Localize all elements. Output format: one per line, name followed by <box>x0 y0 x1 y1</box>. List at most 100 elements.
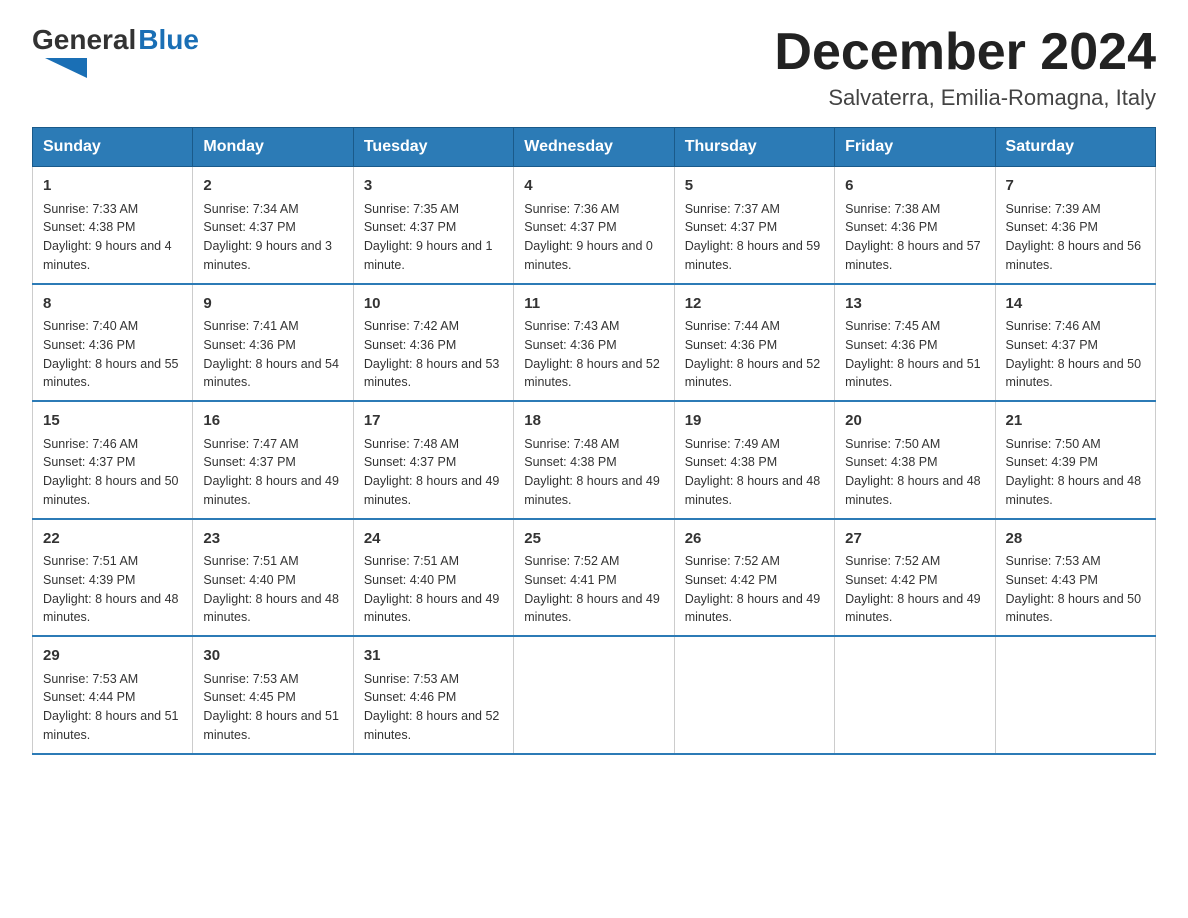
calendar-cell: 7Sunrise: 7:39 AMSunset: 4:36 PMDaylight… <box>995 167 1155 284</box>
day-number: 24 <box>364 528 503 551</box>
calendar-cell: 27Sunrise: 7:52 AMSunset: 4:42 PMDayligh… <box>835 519 995 637</box>
logo-triangle-icon <box>45 58 87 78</box>
day-detail: Sunrise: 7:33 AMSunset: 4:38 PMDaylight:… <box>43 200 182 275</box>
day-detail: Sunrise: 7:52 AMSunset: 4:41 PMDaylight:… <box>524 552 663 627</box>
calendar-cell: 31Sunrise: 7:53 AMSunset: 4:46 PMDayligh… <box>353 636 513 754</box>
calendar-title: December 2024 <box>774 24 1156 81</box>
day-detail: Sunrise: 7:46 AMSunset: 4:37 PMDaylight:… <box>43 435 182 510</box>
calendar-cell: 11Sunrise: 7:43 AMSunset: 4:36 PMDayligh… <box>514 284 674 402</box>
calendar-cell: 30Sunrise: 7:53 AMSunset: 4:45 PMDayligh… <box>193 636 353 754</box>
day-detail: Sunrise: 7:52 AMSunset: 4:42 PMDaylight:… <box>685 552 824 627</box>
calendar-subtitle: Salvaterra, Emilia-Romagna, Italy <box>774 85 1156 111</box>
calendar-cell: 25Sunrise: 7:52 AMSunset: 4:41 PMDayligh… <box>514 519 674 637</box>
day-number: 5 <box>685 175 824 198</box>
calendar-cell: 10Sunrise: 7:42 AMSunset: 4:36 PMDayligh… <box>353 284 513 402</box>
calendar-cell: 18Sunrise: 7:48 AMSunset: 4:38 PMDayligh… <box>514 401 674 519</box>
calendar-cell: 9Sunrise: 7:41 AMSunset: 4:36 PMDaylight… <box>193 284 353 402</box>
calendar-cell <box>514 636 674 754</box>
week-row-4: 22Sunrise: 7:51 AMSunset: 4:39 PMDayligh… <box>33 519 1156 637</box>
day-number: 31 <box>364 645 503 668</box>
week-row-5: 29Sunrise: 7:53 AMSunset: 4:44 PMDayligh… <box>33 636 1156 754</box>
calendar-title-block: December 2024 Salvaterra, Emilia-Romagna… <box>774 24 1156 111</box>
logo: GeneralBlue <box>32 24 199 78</box>
day-number: 16 <box>203 410 342 433</box>
day-detail: Sunrise: 7:53 AMSunset: 4:45 PMDaylight:… <box>203 670 342 745</box>
logo-general: General <box>32 24 136 55</box>
day-number: 9 <box>203 293 342 316</box>
day-number: 20 <box>845 410 984 433</box>
calendar-cell: 16Sunrise: 7:47 AMSunset: 4:37 PMDayligh… <box>193 401 353 519</box>
day-number: 30 <box>203 645 342 668</box>
page-header: GeneralBlue December 2024 Salvaterra, Em… <box>32 24 1156 111</box>
calendar-cell: 22Sunrise: 7:51 AMSunset: 4:39 PMDayligh… <box>33 519 193 637</box>
day-number: 17 <box>364 410 503 433</box>
calendar-cell: 6Sunrise: 7:38 AMSunset: 4:36 PMDaylight… <box>835 167 995 284</box>
day-detail: Sunrise: 7:53 AMSunset: 4:46 PMDaylight:… <box>364 670 503 745</box>
calendar-cell: 21Sunrise: 7:50 AMSunset: 4:39 PMDayligh… <box>995 401 1155 519</box>
day-detail: Sunrise: 7:46 AMSunset: 4:37 PMDaylight:… <box>1006 317 1145 392</box>
calendar-cell <box>674 636 834 754</box>
header-tuesday: Tuesday <box>353 128 513 167</box>
day-number: 29 <box>43 645 182 668</box>
day-detail: Sunrise: 7:39 AMSunset: 4:36 PMDaylight:… <box>1006 200 1145 275</box>
calendar-cell <box>995 636 1155 754</box>
calendar-cell: 26Sunrise: 7:52 AMSunset: 4:42 PMDayligh… <box>674 519 834 637</box>
day-detail: Sunrise: 7:49 AMSunset: 4:38 PMDaylight:… <box>685 435 824 510</box>
calendar-cell: 19Sunrise: 7:49 AMSunset: 4:38 PMDayligh… <box>674 401 834 519</box>
day-number: 22 <box>43 528 182 551</box>
calendar-cell: 5Sunrise: 7:37 AMSunset: 4:37 PMDaylight… <box>674 167 834 284</box>
day-number: 4 <box>524 175 663 198</box>
calendar-cell: 23Sunrise: 7:51 AMSunset: 4:40 PMDayligh… <box>193 519 353 637</box>
calendar-body: 1Sunrise: 7:33 AMSunset: 4:38 PMDaylight… <box>33 167 1156 754</box>
day-number: 21 <box>1006 410 1145 433</box>
logo-text: GeneralBlue <box>32 24 199 78</box>
day-detail: Sunrise: 7:45 AMSunset: 4:36 PMDaylight:… <box>845 317 984 392</box>
day-number: 28 <box>1006 528 1145 551</box>
day-detail: Sunrise: 7:50 AMSunset: 4:39 PMDaylight:… <box>1006 435 1145 510</box>
calendar-cell: 4Sunrise: 7:36 AMSunset: 4:37 PMDaylight… <box>514 167 674 284</box>
header-friday: Friday <box>835 128 995 167</box>
day-detail: Sunrise: 7:47 AMSunset: 4:37 PMDaylight:… <box>203 435 342 510</box>
day-number: 3 <box>364 175 503 198</box>
day-detail: Sunrise: 7:53 AMSunset: 4:43 PMDaylight:… <box>1006 552 1145 627</box>
day-number: 15 <box>43 410 182 433</box>
calendar-cell: 8Sunrise: 7:40 AMSunset: 4:36 PMDaylight… <box>33 284 193 402</box>
day-detail: Sunrise: 7:48 AMSunset: 4:38 PMDaylight:… <box>524 435 663 510</box>
week-row-1: 1Sunrise: 7:33 AMSunset: 4:38 PMDaylight… <box>33 167 1156 284</box>
day-detail: Sunrise: 7:44 AMSunset: 4:36 PMDaylight:… <box>685 317 824 392</box>
header-monday: Monday <box>193 128 353 167</box>
day-number: 6 <box>845 175 984 198</box>
calendar-cell: 24Sunrise: 7:51 AMSunset: 4:40 PMDayligh… <box>353 519 513 637</box>
day-number: 23 <box>203 528 342 551</box>
day-number: 11 <box>524 293 663 316</box>
day-detail: Sunrise: 7:43 AMSunset: 4:36 PMDaylight:… <box>524 317 663 392</box>
calendar-cell: 14Sunrise: 7:46 AMSunset: 4:37 PMDayligh… <box>995 284 1155 402</box>
day-detail: Sunrise: 7:34 AMSunset: 4:37 PMDaylight:… <box>203 200 342 275</box>
day-detail: Sunrise: 7:48 AMSunset: 4:37 PMDaylight:… <box>364 435 503 510</box>
calendar-cell: 2Sunrise: 7:34 AMSunset: 4:37 PMDaylight… <box>193 167 353 284</box>
calendar-cell: 15Sunrise: 7:46 AMSunset: 4:37 PMDayligh… <box>33 401 193 519</box>
calendar-header: SundayMondayTuesdayWednesdayThursdayFrid… <box>33 128 1156 167</box>
logo-blue: Blue <box>138 24 199 55</box>
day-detail: Sunrise: 7:53 AMSunset: 4:44 PMDaylight:… <box>43 670 182 745</box>
day-number: 7 <box>1006 175 1145 198</box>
day-detail: Sunrise: 7:51 AMSunset: 4:40 PMDaylight:… <box>364 552 503 627</box>
day-number: 10 <box>364 293 503 316</box>
day-number: 14 <box>1006 293 1145 316</box>
header-thursday: Thursday <box>674 128 834 167</box>
day-number: 2 <box>203 175 342 198</box>
header-saturday: Saturday <box>995 128 1155 167</box>
calendar-cell <box>835 636 995 754</box>
header-row: SundayMondayTuesdayWednesdayThursdayFrid… <box>33 128 1156 167</box>
calendar-cell: 29Sunrise: 7:53 AMSunset: 4:44 PMDayligh… <box>33 636 193 754</box>
header-wednesday: Wednesday <box>514 128 674 167</box>
day-detail: Sunrise: 7:38 AMSunset: 4:36 PMDaylight:… <box>845 200 984 275</box>
calendar-cell: 3Sunrise: 7:35 AMSunset: 4:37 PMDaylight… <box>353 167 513 284</box>
day-number: 19 <box>685 410 824 433</box>
calendar-cell: 17Sunrise: 7:48 AMSunset: 4:37 PMDayligh… <box>353 401 513 519</box>
calendar-cell: 1Sunrise: 7:33 AMSunset: 4:38 PMDaylight… <box>33 167 193 284</box>
day-detail: Sunrise: 7:52 AMSunset: 4:42 PMDaylight:… <box>845 552 984 627</box>
day-number: 26 <box>685 528 824 551</box>
day-number: 27 <box>845 528 984 551</box>
header-sunday: Sunday <box>33 128 193 167</box>
